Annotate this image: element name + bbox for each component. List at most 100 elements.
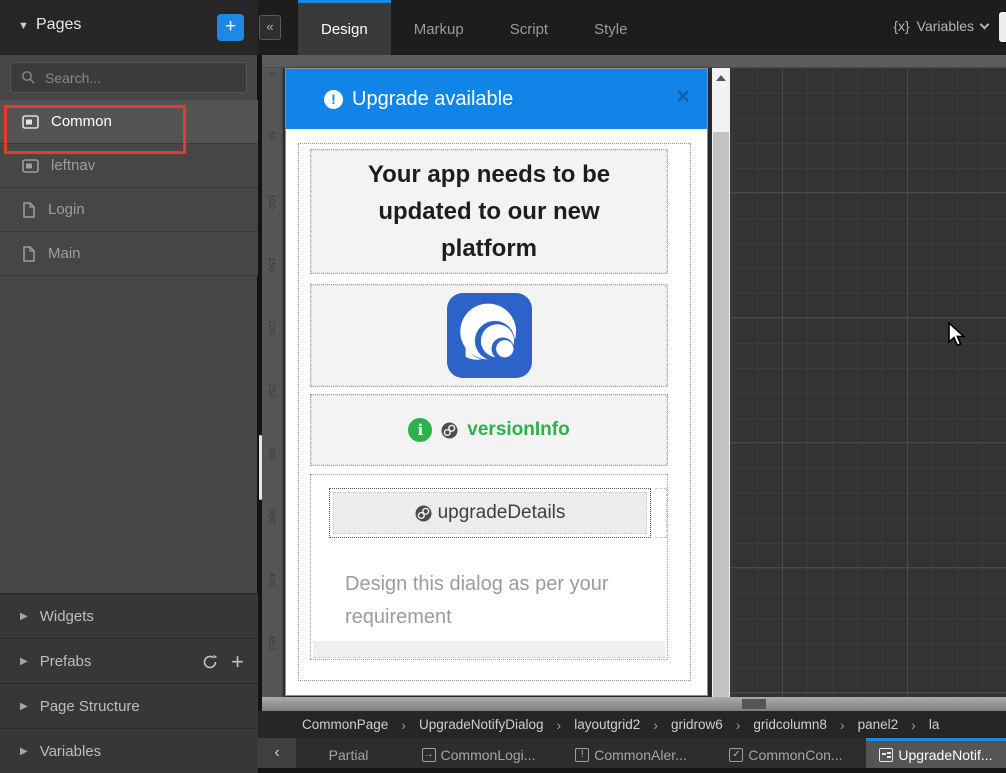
sidebar-section-widgets[interactable]: ▶ Widgets [0,593,258,638]
ruler-tick: 150 [267,257,277,269]
page-file-icon [22,202,36,218]
chevron-down-icon [980,19,990,29]
tab-style[interactable]: Style [571,0,650,55]
page-item-label: leftnav [51,157,95,174]
upgrade-details-button[interactable]: upgradeDetails [333,492,647,534]
tab-upgrade-notify-dialog[interactable]: UpgradeNotif... [866,738,1006,768]
wavemaker-logo-icon[interactable] [447,293,532,378]
designer-placeholder-text[interactable]: Design this dialog as per your requireme… [321,550,661,652]
heading-cell[interactable]: Your app needs to be updated to our new … [310,149,668,274]
bind-link-icon[interactable] [441,422,458,439]
panel-footer [313,641,665,658]
page-item-label: Login [48,201,85,218]
version-info-label[interactable]: versionInfo [467,419,569,441]
variables-icon: {x} [893,18,909,34]
tab-label: CommonAler... [594,747,687,763]
sidebar-section-page-structure[interactable]: ▶ Page Structure [0,683,258,728]
tab-markup[interactable]: Markup [391,0,487,55]
ruler-tick: 50 [267,131,277,143]
chevron-right-icon: ▶ [20,701,28,712]
add-prefab-icon[interactable]: + [231,652,244,672]
vertical-ruler: 0 50 100 150 200 250 300 350 400 450 [262,68,283,697]
tab-label: CommonCon... [748,747,842,763]
layout-grid-outline[interactable]: Your app needs to be updated to our new … [298,143,691,681]
breadcrumb-item[interactable]: CommonPage [302,717,388,732]
canvas-vertical-scrollbar[interactable] [712,68,730,697]
confirm-dialog-icon: ✓ [729,748,743,762]
page-item-leftnav[interactable]: leftnav [0,144,258,188]
tab-common-confirm-dialog[interactable]: ✓ CommonCon... [706,738,866,768]
login-dialog-icon: → [422,748,436,762]
chevron-right-icon: ▶ [20,746,28,757]
close-icon[interactable]: ✕ [675,86,691,109]
breadcrumb-separator: › [401,717,406,733]
chevron-right-icon: ▶ [20,656,28,667]
scrollbar-thumb[interactable] [713,132,729,697]
refresh-icon[interactable] [201,653,219,671]
tab-script[interactable]: Script [487,0,571,55]
collapse-sidebar-button[interactable]: « [259,15,281,40]
breadcrumb-separator: › [557,717,562,733]
left-sidebar: ▼ Pages + Common leftnav [0,0,258,773]
search-input[interactable] [45,63,240,92]
breadcrumb-item[interactable]: panel2 [858,717,899,732]
breadcrumb-item[interactable]: gridcolumn8 [753,717,827,732]
dialog-header[interactable]: ! Upgrade available ✕ [286,69,707,129]
dialog-heading[interactable]: Your app needs to be updated to our new … [334,156,644,267]
page-item-main[interactable]: Main [0,232,258,276]
upgrade-notify-dialog: ! Upgrade available ✕ Your app needs to … [285,68,708,696]
mouse-cursor [947,322,969,348]
tab-label: CommonLogi... [441,747,536,763]
ruler-tick: 400 [267,572,277,584]
section-label: Prefabs [40,653,92,670]
breadcrumb-item[interactable]: la [929,717,940,732]
pages-panel-title: Pages [36,16,81,34]
ruler-tick: 0 [267,72,277,84]
ruler-tick: 200 [267,320,277,332]
dialog-title: Upgrade available [352,88,513,111]
section-label: Page Structure [40,698,140,715]
canvas-horizontal-scrollbar[interactable] [262,697,1006,711]
tab-common-alert-dialog[interactable]: ! CommonAler... [556,738,706,768]
breadcrumb-separator: › [911,717,916,733]
version-info-cell[interactable]: i versionInfo [310,394,668,466]
chevron-left-icon[interactable]: ‹ [258,738,296,768]
breadcrumb-item[interactable]: layoutgrid2 [574,717,640,732]
section-label: Widgets [40,608,94,625]
breadcrumb-item[interactable]: gridrow6 [671,717,723,732]
tab-design[interactable]: Design [298,0,391,55]
bottom-edge [258,768,1006,773]
sidebar-accordion: ▶ Widgets ▶ Prefabs + ▶ Page Structure [0,593,258,773]
bind-link-icon [415,505,432,522]
dialog-body: Your app needs to be updated to our new … [286,129,707,695]
page-item-label: Common [51,113,112,130]
chevron-down-icon[interactable]: ▼ [18,20,29,32]
chevron-right-icon: ▶ [20,611,28,622]
page-item-login[interactable]: Login [0,188,258,232]
page-item-common[interactable]: Common [0,100,258,144]
grid-outline-fragment [655,488,667,538]
ruler-tick: 300 [267,446,277,458]
edge-panel-button[interactable] [999,12,1006,42]
horizontal-ruler [262,55,1006,68]
sidebar-section-variables[interactable]: ▶ Variables [0,728,258,773]
breadcrumb-separator: › [653,717,658,733]
details-panel[interactable]: upgradeDetails Design this dialog as per… [310,474,668,660]
tab-common-login-dialog[interactable]: → CommonLogi... [401,738,556,768]
partial-page-icon [22,115,39,129]
sidebar-section-prefabs[interactable]: ▶ Prefabs + [0,638,258,683]
wavemaker-studio: ▼ Pages + Common leftnav [0,0,1006,773]
breadcrumb-item[interactable]: UpgradeNotifyDialog [419,717,544,732]
variables-dropdown[interactable]: {x} Variables [893,18,988,34]
add-page-button[interactable]: + [217,14,244,41]
design-canvas-grid[interactable] [730,68,1006,697]
breadcrumb-separator: › [736,717,741,733]
tab-partial[interactable]: Partial [296,738,401,768]
logo-cell[interactable] [310,284,668,387]
scroll-up-arrow[interactable] [712,68,730,88]
ruler-tick: 450 [267,635,277,647]
scrollbar-thumb[interactable] [742,699,766,709]
tab-label: UpgradeNotif... [898,747,992,763]
ruler-tick: 350 [267,509,277,521]
alert-dialog-icon: ! [575,748,589,762]
